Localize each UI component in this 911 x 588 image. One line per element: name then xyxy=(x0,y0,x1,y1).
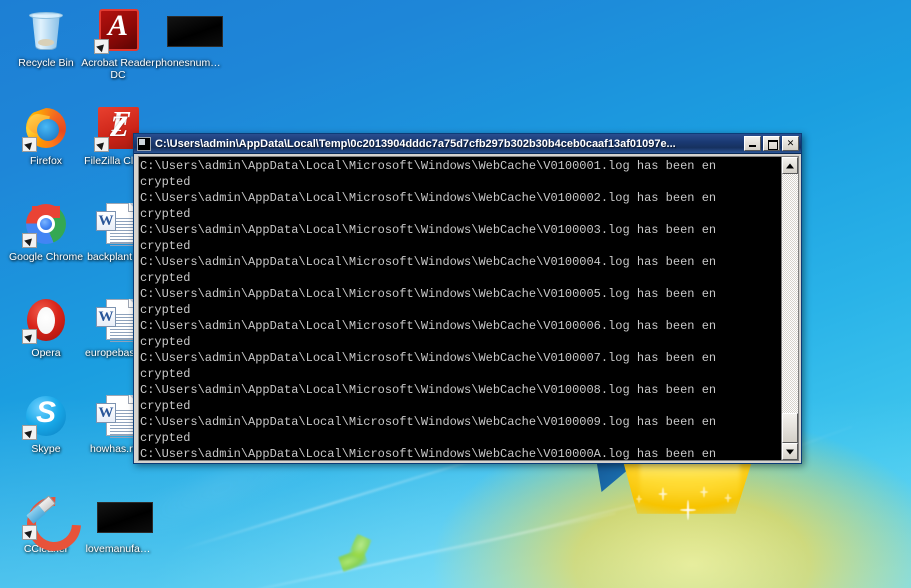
console-line: crypted xyxy=(140,431,191,445)
console-line: crypted xyxy=(140,399,191,413)
console-line: C:\Users\admin\AppData\Local\Microsoft\W… xyxy=(140,223,717,237)
shortcut-arrow-icon xyxy=(94,39,109,54)
console-line: C:\Users\admin\AppData\Local\Microsoft\W… xyxy=(140,319,717,333)
desktop-icon-acrobat[interactable]: A Acrobat Reader DC xyxy=(80,6,156,81)
wallpaper-streak xyxy=(204,512,616,588)
desktop-icon-label: Google Chrome xyxy=(8,251,84,263)
desktop-icon-label: lovemanufa… xyxy=(85,543,151,555)
console-line: crypted xyxy=(140,303,191,317)
desktop-icon-label: Opera xyxy=(31,347,61,359)
ccleaner-icon xyxy=(22,492,70,540)
shortcut-arrow-icon xyxy=(22,329,37,344)
scroll-down-button[interactable] xyxy=(782,443,798,460)
desktop-icon-black-thumb[interactable]: lovemanufa… xyxy=(80,492,156,555)
console-line: crypted xyxy=(140,271,191,285)
desktop-icon-label: Firefox xyxy=(29,155,63,167)
console-line: C:\Users\admin\AppData\Local\Microsoft\W… xyxy=(140,159,717,173)
wallpaper-streak xyxy=(177,450,503,552)
console-output-area[interactable]: C:\Users\admin\AppData\Local\Microsoft\W… xyxy=(138,156,799,461)
recycle-bin-icon xyxy=(22,6,70,54)
firefox-icon xyxy=(22,104,70,152)
console-line: crypted xyxy=(140,335,191,349)
shortcut-arrow-icon xyxy=(94,137,109,152)
desktop-icon-opera[interactable]: Opera xyxy=(8,296,84,359)
console-line: C:\Users\admin\AppData\Local\Microsoft\W… xyxy=(140,255,717,269)
shortcut-arrow-icon xyxy=(22,425,37,440)
shortcut-arrow-icon xyxy=(22,137,37,152)
black-thumb-icon xyxy=(164,6,223,54)
shortcut-arrow-icon xyxy=(22,233,37,248)
desktop-icon-firefox[interactable]: Firefox xyxy=(8,104,84,167)
console-icon xyxy=(137,136,151,151)
console-line: C:\Users\admin\AppData\Local\Microsoft\W… xyxy=(140,415,717,429)
minimize-button[interactable] xyxy=(744,136,761,151)
desktop-icon-recycle-bin[interactable]: Recycle Bin xyxy=(8,6,84,69)
console-line: crypted xyxy=(140,207,191,221)
desktop-icon-ccleaner[interactable]: CCleaner xyxy=(8,492,84,555)
scrollbar-track[interactable] xyxy=(782,174,798,443)
desktop-icon-black-thumb[interactable]: phonesnum… xyxy=(150,6,226,69)
desktop-icon-label: Skype xyxy=(31,443,61,455)
chrome-icon xyxy=(22,200,70,248)
shortcut-arrow-icon xyxy=(22,525,37,540)
black-thumb-icon xyxy=(94,492,153,540)
desktop-icon-label: phonesnum… xyxy=(155,57,221,69)
desktop-icon-label: Recycle Bin xyxy=(18,57,74,69)
console-line: C:\Users\admin\AppData\Local\Microsoft\W… xyxy=(140,351,717,365)
opera-icon xyxy=(22,296,70,344)
console-window[interactable]: C:\Users\admin\AppData\Local\Temp\0c2013… xyxy=(133,133,802,464)
desktop-icon-label: Acrobat Reader DC xyxy=(81,57,155,81)
console-line: crypted xyxy=(140,367,191,381)
close-icon: ✕ xyxy=(786,138,795,148)
console-line: C:\Users\admin\AppData\Local\Microsoft\W… xyxy=(140,191,717,205)
window-title: C:\Users\admin\AppData\Local\Temp\0c2013… xyxy=(155,137,676,150)
desktop-icon-chrome[interactable]: Google Chrome xyxy=(8,200,84,263)
close-button[interactable]: ✕ xyxy=(782,136,799,151)
console-scrollbar[interactable] xyxy=(781,157,798,460)
maximize-button[interactable] xyxy=(763,136,780,151)
scroll-up-button[interactable] xyxy=(782,157,798,174)
console-line: C:\Users\admin\AppData\Local\Microsoft\W… xyxy=(140,287,717,301)
scrollbar-thumb[interactable] xyxy=(782,413,798,443)
window-titlebar[interactable]: C:\Users\admin\AppData\Local\Temp\0c2013… xyxy=(134,134,801,154)
console-line: C:\Users\admin\AppData\Local\Microsoft\W… xyxy=(140,383,717,397)
skype-icon: S xyxy=(22,392,70,440)
console-text: C:\Users\admin\AppData\Local\Microsoft\W… xyxy=(139,157,781,460)
desktop-icon-skype[interactable]: S Skype xyxy=(8,392,84,455)
console-line: crypted xyxy=(140,175,191,189)
acrobat-icon: A xyxy=(94,6,142,54)
console-line: crypted xyxy=(140,239,191,253)
console-line: C:\Users\admin\AppData\Local\Microsoft\W… xyxy=(140,447,717,460)
desktop[interactable]: Recycle Bin A Acrobat Reader DC phonesnum… F… xyxy=(0,0,911,588)
